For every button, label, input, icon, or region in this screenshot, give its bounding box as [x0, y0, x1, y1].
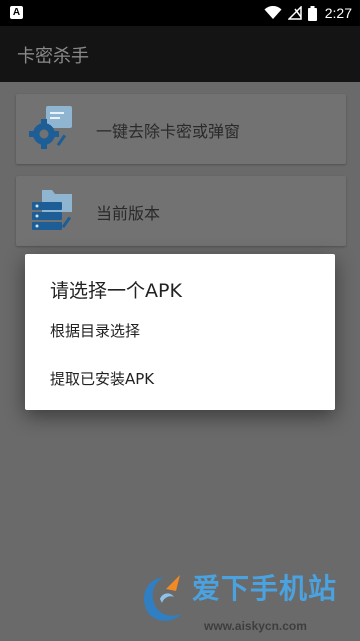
watermark-swirl-icon [144, 575, 182, 621]
status-icons: 2:27 [264, 0, 352, 26]
watermark-logo: 爱下手机站 www.aiskycn.com [132, 559, 360, 641]
card-remove-popups[interactable]: 一键去除卡密或弹窗 [16, 94, 346, 164]
watermark-text: 爱下手机站 [192, 572, 338, 605]
battery-icon [307, 5, 317, 21]
folder-server-icon [32, 190, 72, 230]
dialog-title: 请选择一个APK [50, 280, 182, 302]
status-time: 2:27 [324, 5, 352, 21]
card-label: 当前版本 [96, 204, 161, 223]
option-select-by-directory[interactable]: 根据目录选择 [25, 309, 335, 353]
app-title: 卡密杀手 [17, 46, 89, 67]
card-label: 一键去除卡密或弹窗 [96, 122, 241, 141]
card-current-version[interactable]: 当前版本 [16, 176, 346, 246]
select-apk-dialog: 请选择一个APK 根据目录选择 提取已安装APK [25, 254, 335, 410]
notification-icon: A [10, 6, 23, 19]
status-bar: A 2:27 [0, 0, 360, 26]
signal-off-icon [287, 6, 302, 20]
gear-document-icon [29, 106, 72, 149]
wifi-icon [264, 6, 282, 19]
watermark-url: www.aiskycn.com [204, 619, 307, 633]
app-bar: 卡密杀手 [0, 26, 360, 82]
option-extract-installed-apk[interactable]: 提取已安装APK [25, 357, 335, 401]
